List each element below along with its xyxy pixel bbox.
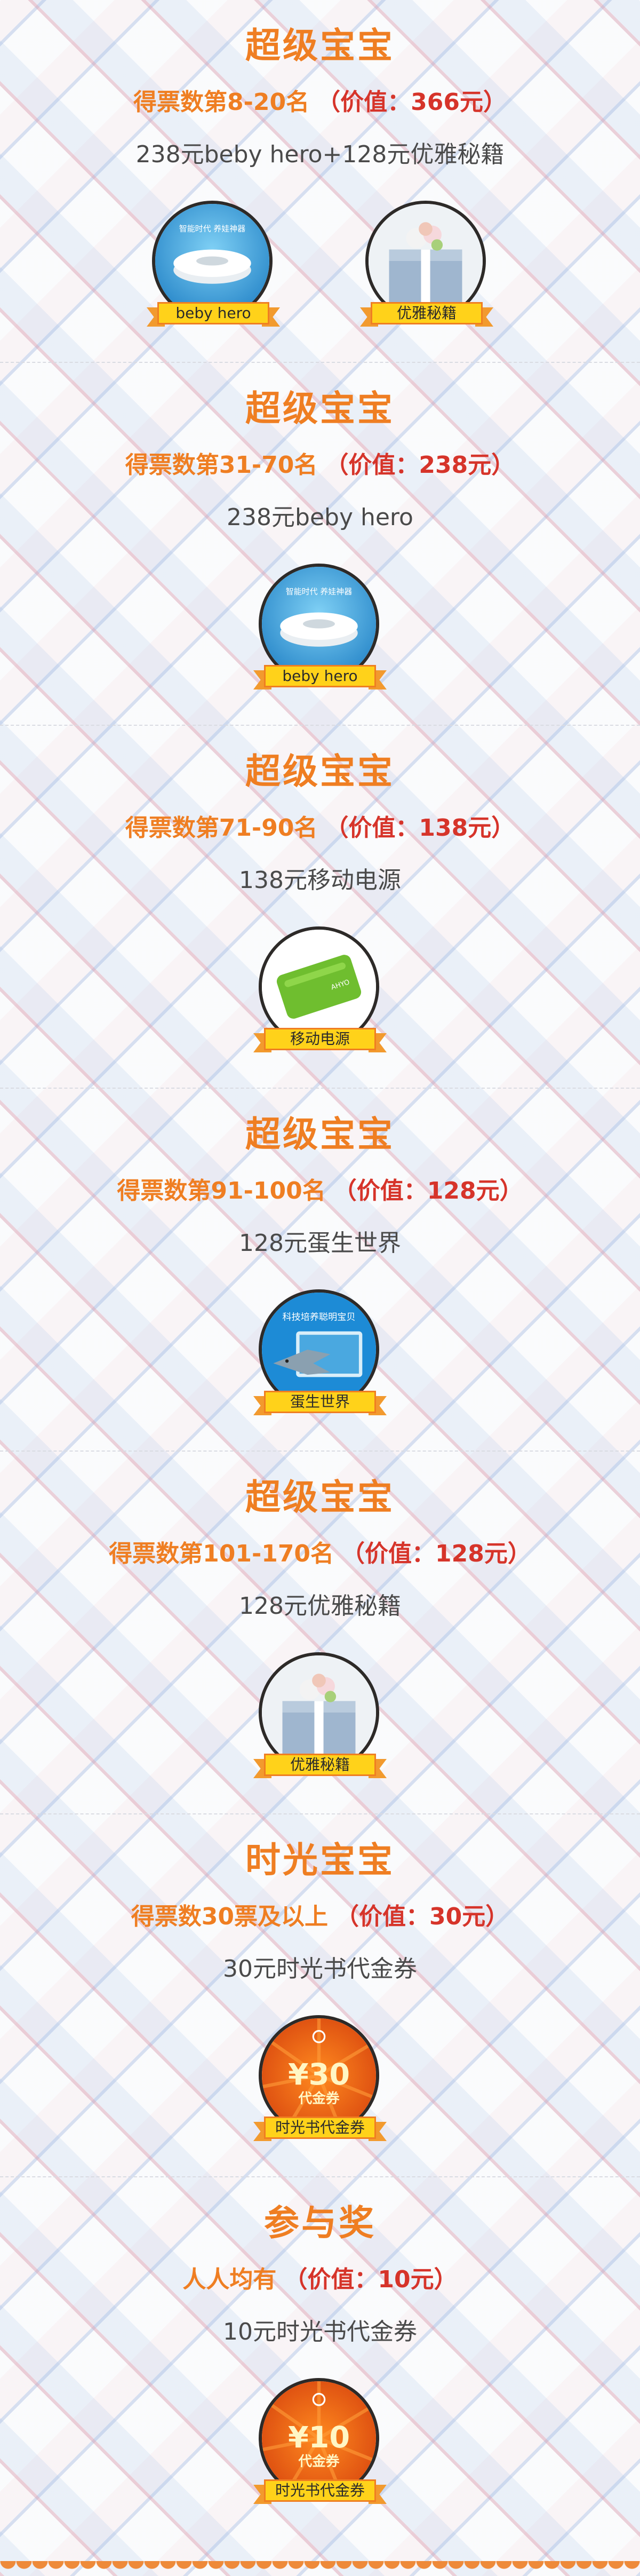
prize-label: 优雅秘籍 bbox=[264, 1754, 376, 1776]
prize-label-ribbon: 优雅秘籍 bbox=[360, 302, 493, 329]
rank-line: 得票数第71-90名 （价值：138元） bbox=[0, 813, 640, 843]
rank-line: 得票数第91-100名 （价值：128元） bbox=[0, 1176, 640, 1206]
tier-title: 超级宝宝 bbox=[245, 388, 395, 429]
prize-section: 超级宝宝得票数第8-20名 （价值：366元） 238元beby hero+128元… bbox=[0, 0, 640, 363]
svg-text:¥10: ¥10 bbox=[288, 2420, 350, 2455]
prize-list: 超级宝宝 得票数第8-20名 （价值：366元） 238元beby hero+128元… bbox=[0, 0, 640, 2576]
rank-line: 得票数第101-170名 （价值：128元） bbox=[0, 1539, 640, 1569]
rank-range: 得票数第91-100名 bbox=[117, 1177, 326, 1204]
prize-section: 超级宝宝得票数第101-170名 （价值：128元） 128元优雅秘籍 优雅秘籍 bbox=[0, 1452, 640, 1814]
prize-section: 超级宝宝得票数第71-90名 （价值：138元） 138元移动电源 AHYO 移动电… bbox=[0, 726, 640, 1089]
prize-label-ribbon: 时光书代金券 bbox=[253, 2479, 387, 2506]
prize-value: （价值：10元） bbox=[284, 2266, 458, 2293]
rank-line: 得票数30票及以上 （价值：30元） bbox=[0, 1902, 640, 1932]
bottom-scallop-border bbox=[0, 2561, 640, 2576]
prize-item: ¥10 代金券 时光书代金券 bbox=[253, 2375, 387, 2519]
rank-range: 得票数第31-70名 bbox=[125, 451, 318, 479]
prize-item: 智能时代 养娃神器 beby hero bbox=[253, 560, 387, 704]
prize-label-ribbon: beby hero bbox=[253, 665, 387, 692]
prize-label-ribbon: 时光书代金券 bbox=[253, 2117, 387, 2143]
rank-line: 人人均有 （价值：10元） bbox=[0, 2265, 640, 2295]
rank-range: 人人均有 bbox=[182, 2266, 277, 2293]
svg-text:¥30: ¥30 bbox=[288, 2057, 350, 2092]
svg-text:科技培养聪明宝贝: 科技培养聪明宝贝 bbox=[283, 1312, 356, 1322]
coupon-image: ¥30 代金券 bbox=[262, 2018, 376, 2133]
coupon-image: ¥10 代金券 bbox=[262, 2381, 376, 2495]
rank-range: 得票数第101-170名 bbox=[109, 1540, 334, 1567]
prize-item: 优雅秘籍 bbox=[360, 197, 493, 342]
svg-text:代金券: 代金券 bbox=[298, 2453, 339, 2469]
prize-label: 移动电源 bbox=[264, 1028, 376, 1050]
tablet-shark-image: 科技培养聪明宝贝 bbox=[262, 1293, 376, 1407]
prize-value: （价值：30元） bbox=[335, 1903, 509, 1930]
tier-title: 时光宝宝 bbox=[245, 1840, 395, 1881]
prize-label: beby hero bbox=[264, 665, 376, 687]
tier-title: 超级宝宝 bbox=[245, 751, 395, 792]
prize-value: （价值：138元） bbox=[325, 814, 515, 842]
gift-box-image bbox=[262, 1655, 376, 1770]
prize-section: 超级宝宝得票数第91-100名 （价值：128元） 128元蛋生世界 科技培养聪明宝… bbox=[0, 1089, 640, 1452]
tier-title: 超级宝宝 bbox=[245, 1477, 395, 1518]
prize-description: 238元beby hero+128元优雅秘籍 bbox=[135, 141, 505, 168]
power-bank-image: AHYO bbox=[262, 930, 376, 1044]
rank-line: 得票数第31-70名 （价值：238元） bbox=[0, 450, 640, 480]
prize-section: 超级宝宝得票数第31-70名 （价值：238元） 238元beby hero 智能时… bbox=[0, 363, 640, 726]
rank-range: 得票数第8-20名 bbox=[133, 89, 310, 116]
prize-item: ¥30 代金券 时光书代金券 bbox=[253, 2012, 387, 2156]
prize-description: 138元移动电源 bbox=[239, 867, 401, 894]
svg-text:智能时代 养娃神器: 智能时代 养娃神器 bbox=[286, 586, 353, 596]
prize-item: 智能时代 养娃神器 beby hero bbox=[147, 197, 280, 342]
tier-title: 超级宝宝 bbox=[245, 25, 395, 66]
tier-title: 超级宝宝 bbox=[245, 1114, 395, 1155]
air-purifier-image: 智能时代 养娃神器 bbox=[155, 204, 269, 318]
prize-item: AHYO 移动电源 bbox=[253, 923, 387, 1067]
prize-description: 238元beby hero bbox=[227, 504, 413, 531]
prize-label: 时光书代金券 bbox=[264, 2479, 376, 2502]
rank-range: 得票数30票及以上 bbox=[131, 1903, 328, 1930]
svg-text:代金券: 代金券 bbox=[298, 2090, 339, 2106]
prize-label: 时光书代金券 bbox=[264, 2117, 376, 2139]
prize-label: 蛋生世界 bbox=[264, 1391, 376, 1413]
svg-text:智能时代 养娃神器: 智能时代 养娃神器 bbox=[179, 224, 246, 233]
prize-label: beby hero bbox=[157, 302, 269, 324]
prize-item: 科技培养聪明宝贝 蛋生世界 bbox=[253, 1286, 387, 1430]
gift-box-image bbox=[369, 204, 483, 318]
prize-section: 参与奖人人均有 （价值：10元） 10元时光书代金券 ¥10 代金券 时光书代金券 bbox=[0, 2177, 640, 2540]
prize-description: 128元蛋生世界 bbox=[239, 1230, 401, 1257]
prize-value: （价值：128元） bbox=[333, 1177, 523, 1204]
prize-label-ribbon: 移动电源 bbox=[253, 1028, 387, 1055]
prize-value: （价值：366元） bbox=[317, 89, 507, 116]
rank-range: 得票数第71-90名 bbox=[125, 814, 318, 842]
prize-value: （价值：128元） bbox=[341, 1540, 531, 1567]
prize-item: 优雅秘籍 bbox=[253, 1649, 387, 1793]
prize-description: 128元优雅秘籍 bbox=[239, 1592, 401, 1620]
prize-description: 10元时光书代金券 bbox=[223, 2318, 417, 2345]
prize-section: 时光宝宝得票数30票及以上 （价值：30元） 30元时光书代金券 ¥30 代金券 时… bbox=[0, 1814, 640, 2177]
rank-line: 得票数第8-20名 （价值：366元） bbox=[0, 88, 640, 117]
prize-label-ribbon: beby hero bbox=[147, 302, 280, 329]
prize-label-ribbon: 优雅秘籍 bbox=[253, 1754, 387, 1780]
prize-value: （价值：238元） bbox=[325, 451, 515, 479]
prize-label-ribbon: 蛋生世界 bbox=[253, 1391, 387, 1417]
prize-description: 30元时光书代金券 bbox=[223, 1955, 417, 1983]
prize-label: 优雅秘籍 bbox=[371, 302, 483, 324]
tier-title: 参与奖 bbox=[264, 2202, 376, 2244]
air-purifier-image: 智能时代 养娃神器 bbox=[262, 567, 376, 681]
